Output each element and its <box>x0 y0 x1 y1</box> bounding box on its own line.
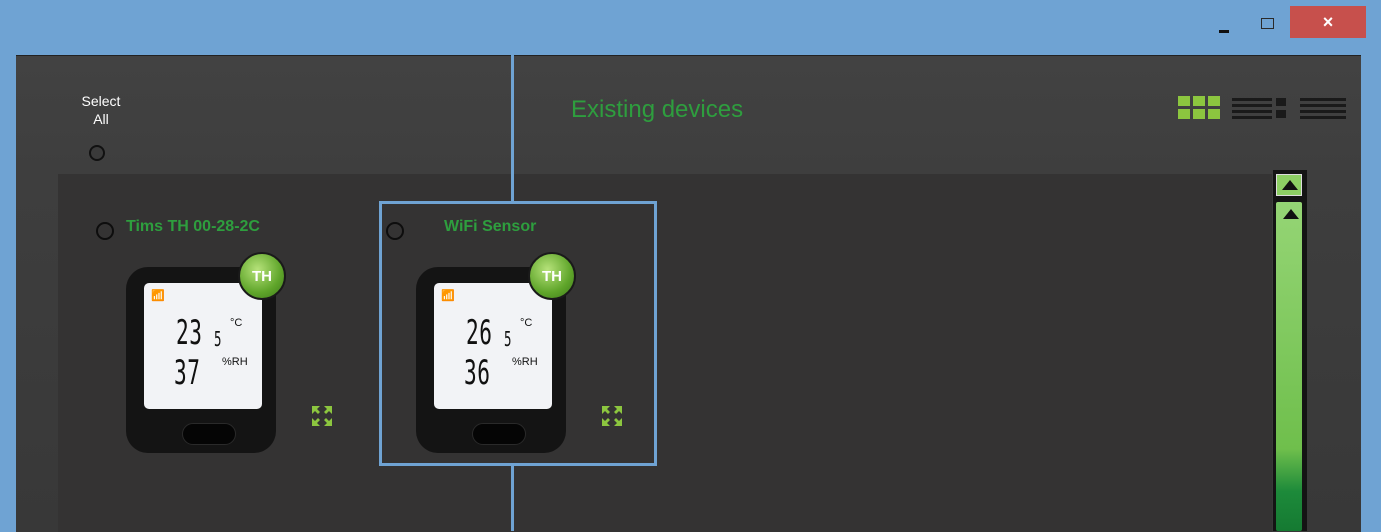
highlight-box <box>379 201 657 466</box>
humidity-unit: %RH <box>222 356 248 368</box>
humidity-value: 37 <box>174 353 201 393</box>
select-all-radio[interactable] <box>89 145 105 161</box>
expand-icon[interactable] <box>310 404 334 428</box>
select-all-label: Select All <box>81 93 121 127</box>
detail-view-icon[interactable] <box>1232 96 1290 120</box>
callout-line <box>511 466 514 531</box>
title-bar <box>0 0 1381 50</box>
list-view-icon[interactable] <box>1300 96 1346 120</box>
temperature-unit: °C <box>230 317 243 329</box>
maximize-icon <box>1260 17 1274 29</box>
minimize-button[interactable] <box>1204 6 1244 40</box>
vertical-scrollbar[interactable] <box>1273 170 1307 531</box>
scroll-thumb[interactable] <box>1276 202 1302 531</box>
device-card[interactable]: Tims TH 00-28-2C 📶 23 5 °C 37 %RH TH <box>96 202 366 466</box>
scroll-up-arrow[interactable] <box>1278 204 1299 222</box>
minimize-icon <box>1219 29 1229 33</box>
callout-line <box>511 0 514 201</box>
device-screen: 📶 23 5 °C 37 %RH <box>144 283 262 409</box>
device-button <box>182 423 236 445</box>
device-type-badge: TH <box>238 252 286 300</box>
arrow-up-icon <box>1283 209 1299 219</box>
device-name: Tims TH 00-28-2C <box>126 218 260 235</box>
scroll-up-button[interactable] <box>1276 174 1302 196</box>
maximize-button[interactable] <box>1250 6 1284 40</box>
grid-view-icon[interactable] <box>1178 96 1220 120</box>
close-button[interactable]: × <box>1290 6 1366 38</box>
device-select-radio[interactable] <box>96 222 114 240</box>
temperature-decimal: 5 <box>214 327 223 351</box>
arrow-up-icon <box>1282 180 1298 190</box>
page-title: Existing devices <box>571 96 744 123</box>
antenna-icon: 📶 <box>151 290 165 302</box>
temperature-value: 23 <box>176 313 203 353</box>
